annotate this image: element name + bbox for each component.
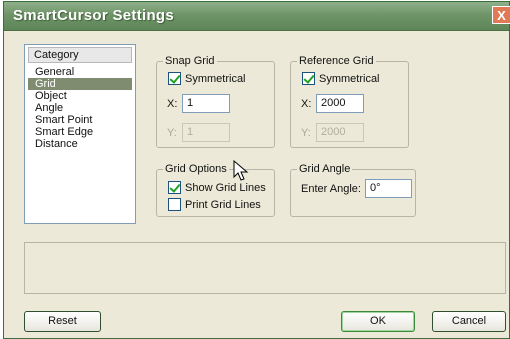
grid-angle-legend: Grid Angle — [297, 163, 353, 176]
category-item-smart-edge[interactable]: Smart Edge — [33, 126, 131, 138]
ok-button[interactable]: OK — [341, 311, 415, 332]
snap-grid-group: Snap Grid Symmetrical X: 1 Y: 1 — [156, 55, 275, 148]
category-item-distance[interactable]: Distance — [33, 138, 131, 150]
grid-options-legend: Grid Options — [163, 163, 229, 176]
close-icon: X — [497, 8, 506, 23]
category-listbox[interactable]: Category General Grid Object Angle Smart… — [24, 44, 136, 224]
close-button[interactable]: X — [492, 6, 510, 24]
settings-dialog: SmartCursor Settings X Category General … — [3, 1, 510, 339]
snap-grid-legend: Snap Grid — [163, 55, 217, 68]
description-panel — [24, 242, 506, 294]
category-item-object[interactable]: Object — [33, 90, 131, 102]
dialog-title: SmartCursor Settings — [13, 7, 175, 24]
enter-angle-input[interactable]: 0° — [365, 179, 412, 198]
show-grid-lines-label[interactable]: Show Grid Lines — [185, 181, 266, 195]
category-item-smart-point[interactable]: Smart Point — [33, 114, 131, 126]
reference-x-input[interactable]: 2000 — [316, 94, 364, 113]
category-header: Category — [28, 47, 132, 63]
reference-grid-legend: Reference Grid — [297, 55, 376, 68]
snap-x-label: X: — [167, 98, 178, 110]
snap-symmetrical-checkbox[interactable] — [168, 72, 181, 85]
category-item-grid[interactable]: Grid — [28, 78, 132, 90]
reference-y-input: 2000 — [316, 123, 364, 142]
mouse-pointer-icon — [233, 160, 249, 181]
category-item-angle[interactable]: Angle — [33, 102, 131, 114]
reference-symmetrical-label[interactable]: Symmetrical — [319, 72, 380, 86]
reset-button[interactable]: Reset — [24, 311, 101, 332]
title-bar[interactable]: SmartCursor Settings X — [4, 2, 510, 31]
reference-x-label: X: — [301, 98, 312, 110]
grid-angle-group: Grid Angle Enter Angle: 0° — [290, 163, 416, 217]
reference-symmetrical-checkbox[interactable] — [302, 72, 315, 85]
reference-y-label: Y: — [301, 127, 311, 139]
enter-angle-label: Enter Angle: — [301, 183, 361, 195]
snap-y-input: 1 — [182, 123, 230, 142]
snap-y-label: Y: — [167, 127, 177, 139]
show-grid-lines-checkbox[interactable] — [168, 181, 181, 194]
snap-symmetrical-label[interactable]: Symmetrical — [185, 72, 246, 86]
reference-grid-group: Reference Grid Symmetrical X: 2000 Y: 20… — [290, 55, 409, 148]
grid-options-group: Grid Options Show Grid Lines Print Grid … — [156, 163, 275, 217]
snap-x-input[interactable]: 1 — [182, 94, 230, 113]
cancel-button[interactable]: Cancel — [432, 311, 506, 332]
print-grid-lines-label[interactable]: Print Grid Lines — [185, 198, 261, 212]
category-item-general[interactable]: General — [33, 66, 131, 78]
category-list: General Grid Object Angle Smart Point Sm… — [28, 66, 132, 150]
print-grid-lines-checkbox[interactable] — [168, 198, 181, 211]
